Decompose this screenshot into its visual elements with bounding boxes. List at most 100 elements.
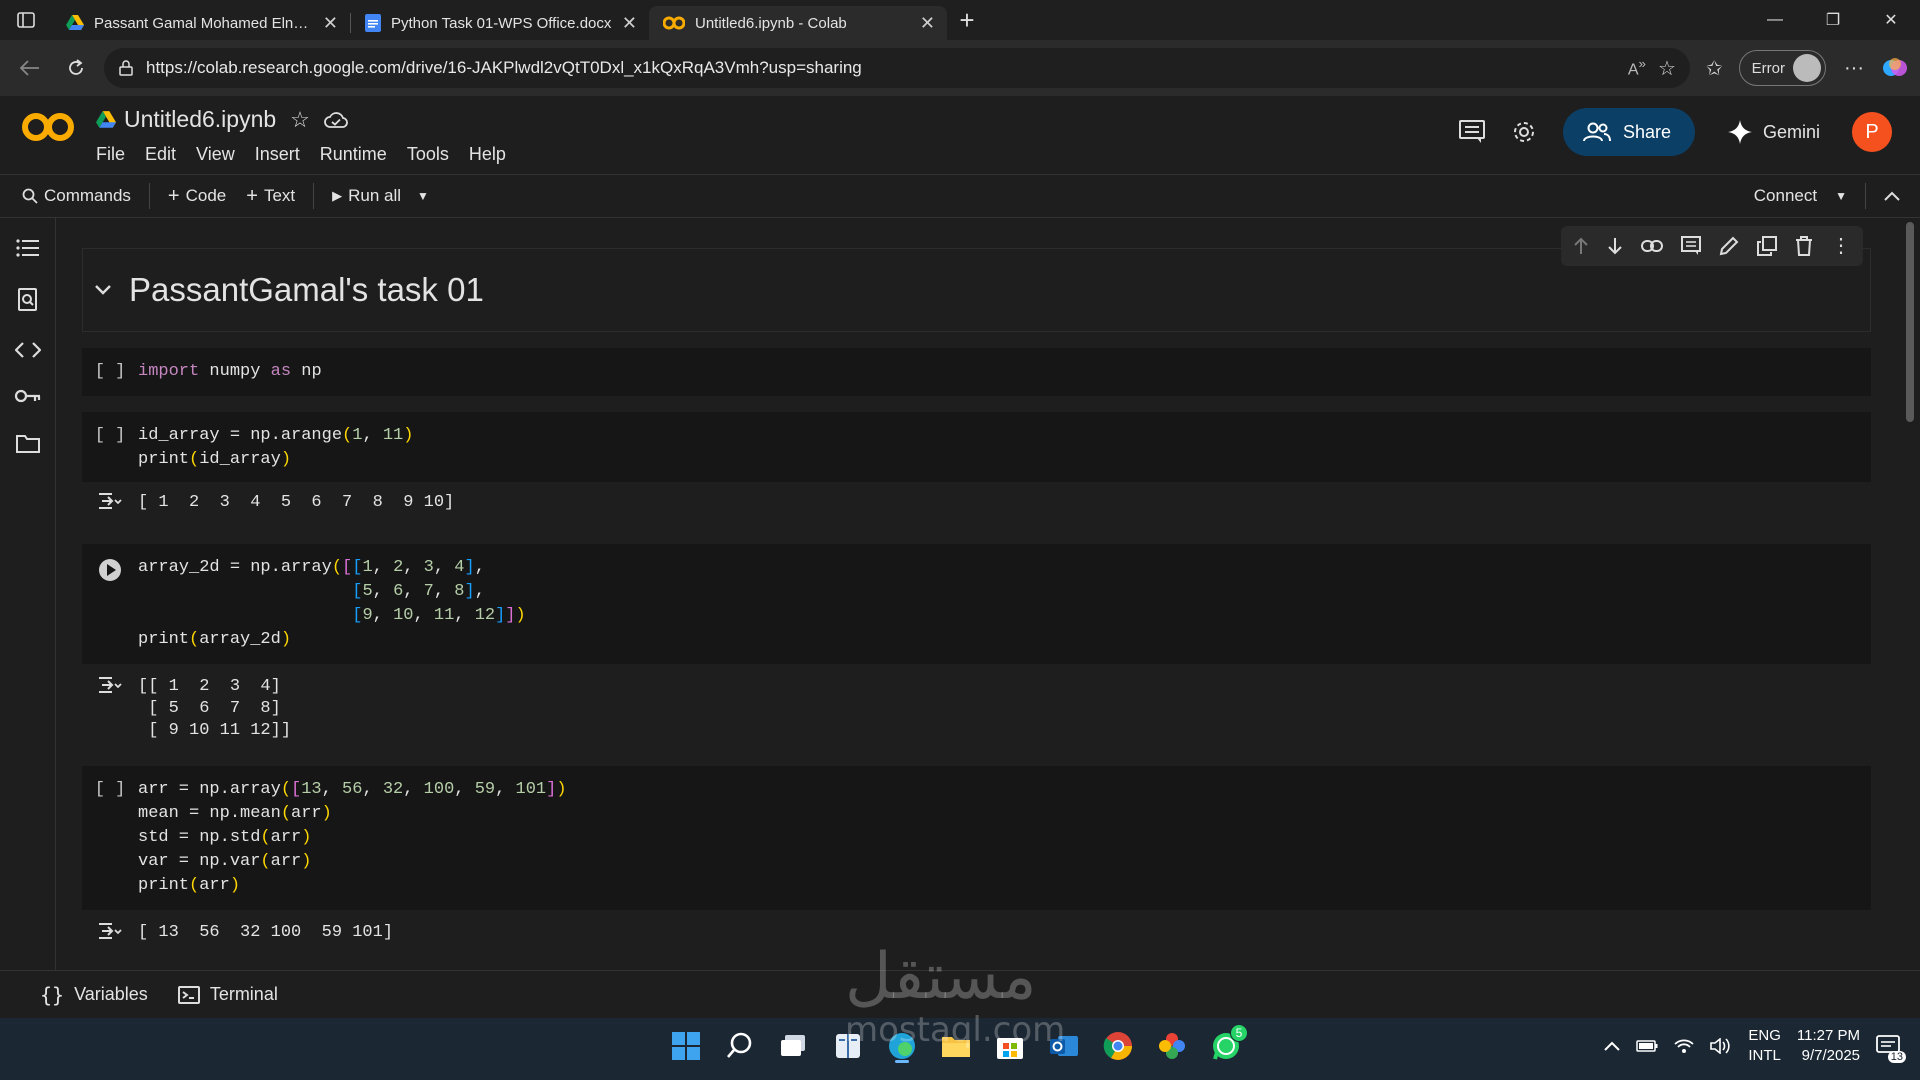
run-cell-button[interactable] [82, 544, 138, 664]
cloud-saved-icon[interactable] [324, 111, 348, 129]
edit-pencil-icon[interactable] [1719, 236, 1739, 256]
settings-gear-icon[interactable] [1511, 119, 1537, 145]
menu-runtime[interactable]: Runtime [320, 144, 387, 165]
notification-badge: 5 [1230, 1024, 1248, 1042]
input-language[interactable]: ENG INTL [1748, 1026, 1781, 1066]
link-icon[interactable] [1641, 240, 1663, 252]
notifications-icon[interactable]: 13 [1876, 1035, 1906, 1063]
restore-icon[interactable]: ❐ [1804, 0, 1862, 40]
code-editor[interactable]: arr = np.array([13, 56, 32, 100, 59, 101… [138, 766, 567, 910]
secrets-key-icon[interactable] [14, 388, 42, 404]
read-aloud-icon[interactable]: A» [1628, 56, 1646, 79]
notebook-scrollbar[interactable] [1900, 218, 1920, 970]
comment-icon[interactable] [1681, 236, 1701, 256]
code-editor[interactable]: import numpy as np [138, 348, 322, 396]
code-cell[interactable]: [ ] arr = np.array([13, 56, 32, 100, 59,… [82, 766, 1871, 910]
search-icon[interactable] [722, 1028, 758, 1064]
code-cell[interactable]: [ ] id_array = np.arange(1, 11) print(id… [82, 412, 1871, 482]
collapse-header-icon[interactable] [1884, 191, 1900, 201]
minimize-icon[interactable]: — [1746, 0, 1804, 40]
more-vert-icon[interactable]: ⋮ [1831, 236, 1851, 256]
connect-dropdown-icon[interactable]: ▼ [1835, 189, 1847, 203]
code-editor[interactable]: array_2d = np.array([[1, 2, 3, 4], [5, 6… [138, 544, 526, 664]
windows-start-icon[interactable] [668, 1028, 704, 1064]
tab-title: Python Task 01-WPS Office.docx [391, 14, 612, 32]
close-icon[interactable]: ✕ [920, 13, 935, 34]
connect-button[interactable]: Connect [1754, 186, 1817, 206]
more-options-icon[interactable]: ··· [1836, 57, 1872, 80]
cell-prompt[interactable]: [ ] [82, 766, 138, 910]
gemini-button[interactable]: Gemini [1721, 119, 1826, 145]
add-code-button[interactable]: + Code [158, 185, 236, 208]
comments-icon[interactable] [1458, 120, 1485, 144]
notebook-title[interactable]: Untitled6.ipynb [124, 106, 276, 133]
run-all-dropdown-icon[interactable]: ▼ [411, 189, 435, 203]
add-text-button[interactable]: + Text [236, 185, 305, 208]
profile-button[interactable]: Error [1738, 50, 1827, 86]
file-explorer-icon[interactable] [938, 1028, 974, 1064]
star-icon[interactable]: ☆ [290, 107, 310, 133]
favorite-star-icon[interactable]: ☆ [1658, 56, 1676, 81]
user-avatar[interactable]: P [1852, 112, 1892, 152]
favorites-icon[interactable]: ✩ [1700, 56, 1729, 81]
menu-file[interactable]: File [96, 144, 125, 165]
outlook-icon[interactable] [1046, 1028, 1082, 1064]
code-editor[interactable]: id_array = np.arange(1, 11) print(id_arr… [138, 412, 413, 482]
photos-pinwheel-icon[interactable] [1154, 1028, 1190, 1064]
move-up-icon[interactable] [1573, 237, 1589, 255]
output-actions-icon[interactable] [82, 668, 138, 758]
code-snippets-icon[interactable] [14, 342, 41, 358]
site-info-icon[interactable] [118, 60, 134, 76]
url-field[interactable]: https://colab.research.google.com/drive/… [104, 48, 1690, 88]
run-all-button[interactable]: ▶ Run all [322, 186, 411, 206]
output-actions-icon[interactable] [82, 914, 138, 958]
colab-logo-icon[interactable] [22, 112, 74, 142]
move-down-icon[interactable] [1607, 237, 1623, 255]
browser-tab-docs[interactable]: Python Task 01-WPS Office.docx ✕ [351, 6, 649, 40]
menu-tools[interactable]: Tools [407, 144, 449, 165]
microsoft-store-icon[interactable] [992, 1028, 1028, 1064]
files-folder-icon[interactable] [15, 434, 40, 454]
window-close-icon[interactable]: ✕ [1862, 0, 1920, 40]
copilot-icon[interactable] [1882, 55, 1908, 81]
chrome-icon[interactable] [1100, 1028, 1136, 1064]
scrollbar-thumb[interactable] [1906, 222, 1914, 422]
output-text: [[ 1 2 3 4] [ 5 6 7 8] [ 9 10 11 12]] [138, 677, 292, 740]
clock[interactable]: 11:27 PM 9/7/2025 [1797, 1026, 1860, 1066]
code-cell[interactable]: array_2d = np.array([[1, 2, 3, 4], [5, 6… [82, 544, 1871, 664]
output-actions-icon[interactable] [82, 484, 138, 528]
menu-view[interactable]: View [196, 144, 235, 165]
whatsapp-icon[interactable]: 5 [1208, 1024, 1248, 1064]
menu-help[interactable]: Help [469, 144, 506, 165]
reader-app-icon[interactable] [830, 1028, 866, 1064]
refresh-icon[interactable] [58, 50, 94, 86]
table-of-contents-icon[interactable] [15, 238, 40, 258]
variables-button[interactable]: {} Variables [40, 983, 148, 1007]
chevron-up-icon[interactable] [1604, 1041, 1621, 1051]
close-icon[interactable]: ✕ [622, 13, 637, 34]
mirror-cell-icon[interactable] [1757, 236, 1777, 256]
new-tab-button[interactable]: + [947, 0, 987, 40]
menu-insert[interactable]: Insert [255, 144, 300, 165]
find-replace-icon[interactable] [17, 288, 39, 312]
back-arrow-icon[interactable] [12, 50, 48, 86]
wifi-icon[interactable] [1674, 1038, 1695, 1054]
edge-browser-icon[interactable] [884, 1028, 920, 1064]
battery-icon[interactable] [1636, 1040, 1658, 1052]
commands-button[interactable]: Commands [0, 186, 141, 206]
url-text[interactable]: https://colab.research.google.com/drive/… [146, 58, 1616, 78]
code-cell[interactable]: [ ] import numpy as np [82, 348, 1871, 396]
close-icon[interactable]: ✕ [323, 13, 338, 34]
cell-prompt[interactable]: [ ] [82, 348, 138, 396]
browser-tab-colab[interactable]: Untitled6.ipynb - Colab ✕ [649, 6, 947, 40]
cell-prompt[interactable]: [ ] [82, 412, 138, 482]
task-view-icon[interactable] [776, 1028, 812, 1064]
share-button[interactable]: Share [1562, 108, 1695, 156]
volume-icon[interactable] [1710, 1038, 1732, 1054]
terminal-button[interactable]: Terminal [177, 984, 278, 1005]
chevron-down-icon[interactable] [95, 285, 111, 295]
delete-trash-icon[interactable] [1795, 236, 1813, 256]
tab-actions-icon[interactable] [0, 0, 52, 40]
menu-edit[interactable]: Edit [145, 144, 176, 165]
browser-tab-drive[interactable]: Passant Gamal Mohamed Elneweh ✕ [52, 6, 350, 40]
